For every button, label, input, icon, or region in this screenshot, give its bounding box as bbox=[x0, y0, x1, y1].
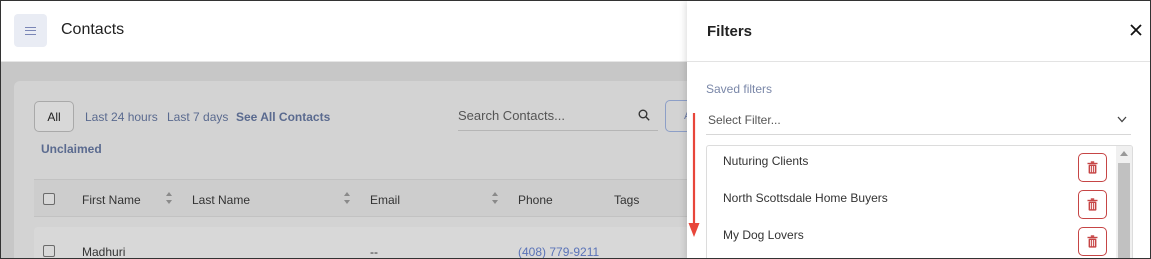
filter-item-label[interactable]: My Dog Lovers bbox=[723, 228, 804, 242]
tab-last-7-days[interactable]: Last 7 days bbox=[167, 110, 228, 124]
list-item[interactable]: North Scottsdale Home Buyers bbox=[707, 183, 1117, 220]
scrollbar-thumb[interactable] bbox=[1118, 163, 1130, 258]
menu-button[interactable] bbox=[14, 14, 47, 47]
column-email[interactable]: Email bbox=[370, 193, 400, 207]
saved-filters-label: Saved filters bbox=[706, 82, 773, 96]
column-tags[interactable]: Tags bbox=[614, 193, 639, 207]
cell-first-name[interactable]: Madhuri bbox=[82, 245, 125, 258]
select-filter-dropdown[interactable]: Select Filter... bbox=[706, 105, 1131, 135]
sort-icon[interactable] bbox=[165, 191, 173, 205]
hamburger-menu-icon bbox=[25, 26, 36, 35]
select-all-checkbox[interactable] bbox=[43, 193, 55, 205]
tab-unclaimed[interactable]: Unclaimed bbox=[41, 142, 102, 156]
sort-icon[interactable] bbox=[491, 191, 499, 205]
search-icon[interactable] bbox=[638, 109, 650, 121]
cell-phone-link[interactable]: (408) 779-9211 bbox=[518, 245, 599, 258]
close-icon[interactable] bbox=[1128, 22, 1144, 38]
select-filter-value: Select Filter... bbox=[708, 113, 781, 127]
column-first-name[interactable]: First Name bbox=[82, 193, 141, 207]
filters-title: Filters bbox=[707, 23, 753, 40]
filter-item-label[interactable]: North Scottsdale Home Buyers bbox=[723, 191, 888, 205]
tab-last-24-hours[interactable]: Last 24 hours bbox=[85, 110, 158, 124]
tab-all[interactable]: All bbox=[34, 101, 74, 132]
app-window: Contacts All Last 24 hours Last 7 days S… bbox=[0, 0, 1151, 259]
scroll-up-arrow-icon[interactable] bbox=[1120, 151, 1128, 156]
column-last-name[interactable]: Last Name bbox=[192, 193, 250, 207]
trash-icon bbox=[1087, 235, 1098, 248]
tab-see-all-contacts[interactable]: See All Contacts bbox=[236, 110, 330, 124]
delete-filter-button[interactable] bbox=[1078, 227, 1107, 256]
list-item[interactable]: Nuturing Clients bbox=[707, 146, 1117, 183]
list-scrollbar[interactable] bbox=[1116, 146, 1132, 258]
trash-icon bbox=[1087, 161, 1098, 174]
page-title: Contacts bbox=[61, 21, 125, 38]
list-item[interactable]: My Dog Lovers bbox=[707, 220, 1117, 257]
saved-filters-list: Nuturing Clients North Scottsdale Home B… bbox=[706, 145, 1133, 258]
annotation-arrow-icon bbox=[688, 113, 700, 237]
cell-email: -- bbox=[370, 245, 378, 259]
filter-item-label[interactable]: Nuturing Clients bbox=[723, 154, 808, 168]
sort-icon[interactable] bbox=[343, 191, 351, 205]
filters-panel-header: Filters bbox=[687, 1, 1150, 62]
row-checkbox[interactable] bbox=[43, 245, 55, 257]
search-contacts-input[interactable] bbox=[458, 101, 658, 131]
delete-filter-button[interactable] bbox=[1078, 153, 1107, 182]
filters-panel: Filters Saved filters Select Filter... N… bbox=[687, 1, 1150, 258]
trash-icon bbox=[1087, 198, 1098, 211]
column-phone[interactable]: Phone bbox=[518, 193, 553, 207]
chevron-down-icon bbox=[1117, 116, 1127, 123]
delete-filter-button[interactable] bbox=[1078, 190, 1107, 219]
